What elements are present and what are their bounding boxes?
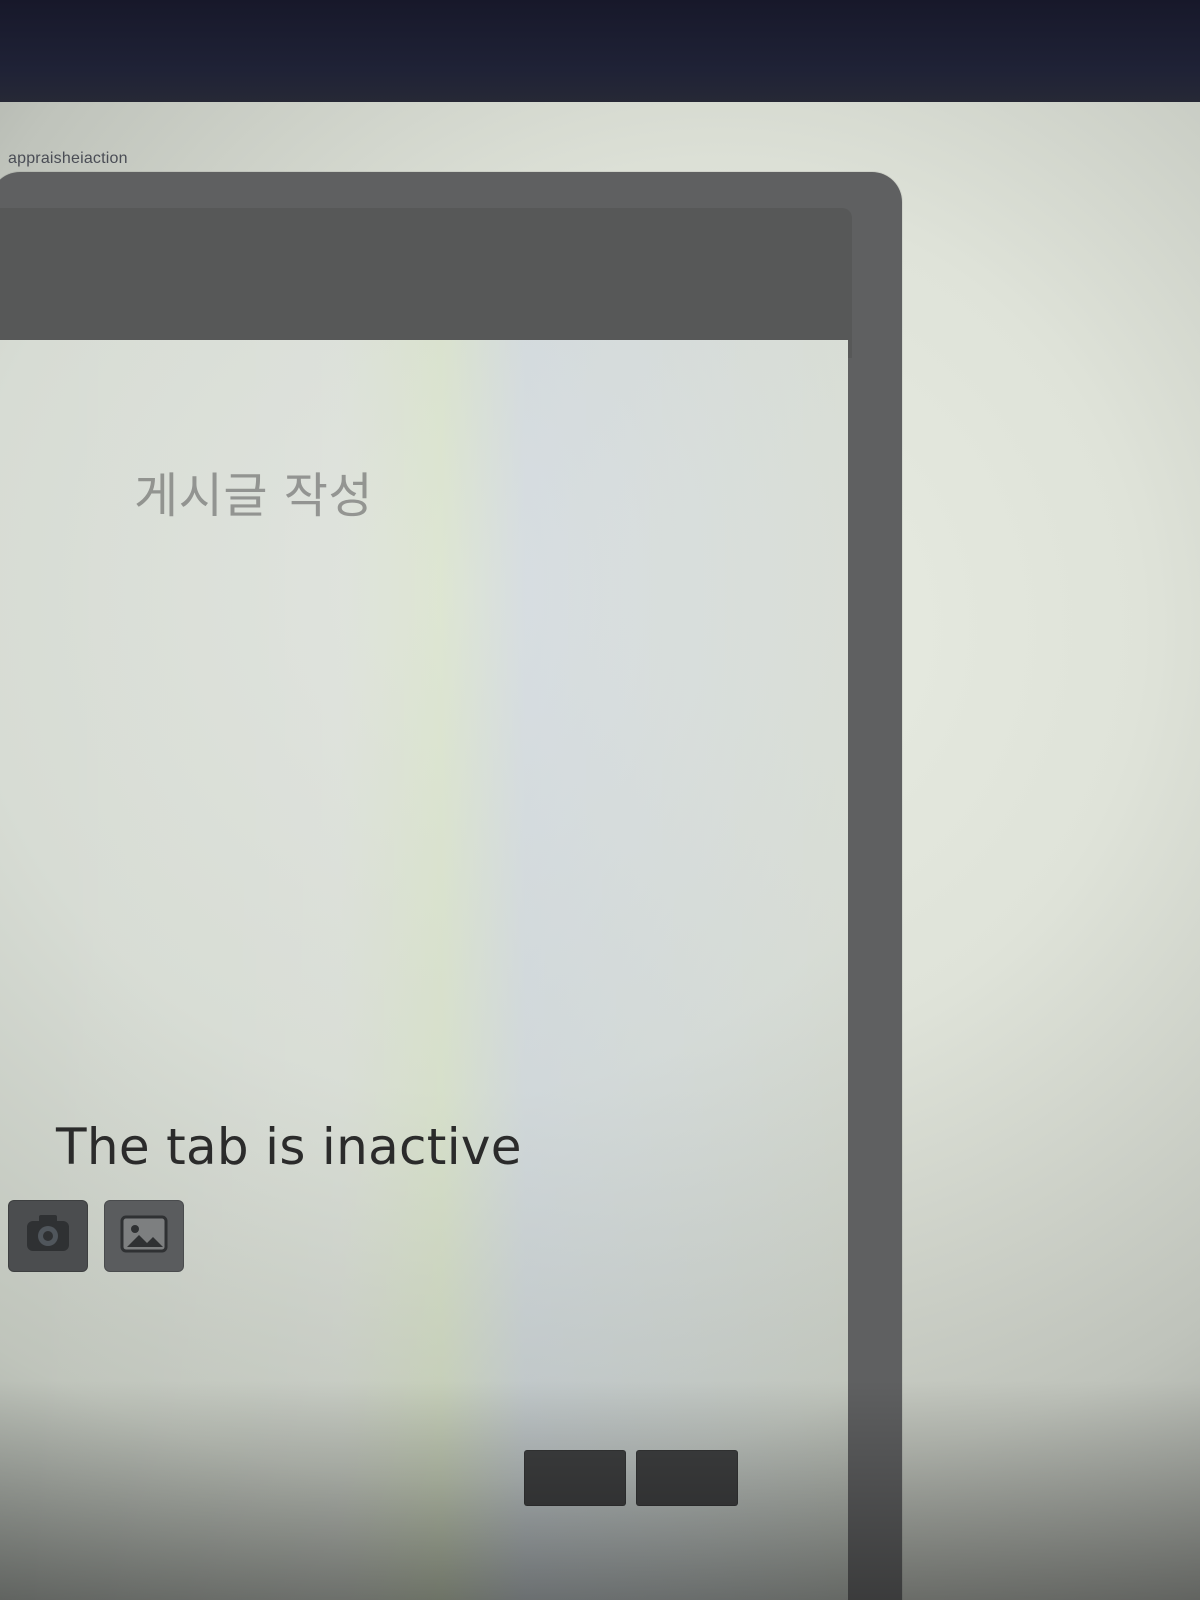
- photo-icon: [120, 1215, 168, 1253]
- window-title: appraisheiaction: [8, 150, 128, 167]
- dialog-content: [0, 340, 848, 1600]
- photo-button[interactable]: [104, 1200, 184, 1272]
- status-text: The tab is inactive: [56, 1118, 522, 1176]
- camera-button[interactable]: [8, 1200, 88, 1272]
- footer-button-1[interactable]: [524, 1450, 626, 1506]
- dialog-header: [0, 208, 852, 358]
- screen: appraisheiaction 게시글 작성 The tab is inact…: [0, 0, 1200, 1600]
- camera-icon: [27, 1215, 69, 1251]
- page-title: 게시글 작성: [134, 468, 374, 524]
- footer-button-2[interactable]: [636, 1450, 738, 1506]
